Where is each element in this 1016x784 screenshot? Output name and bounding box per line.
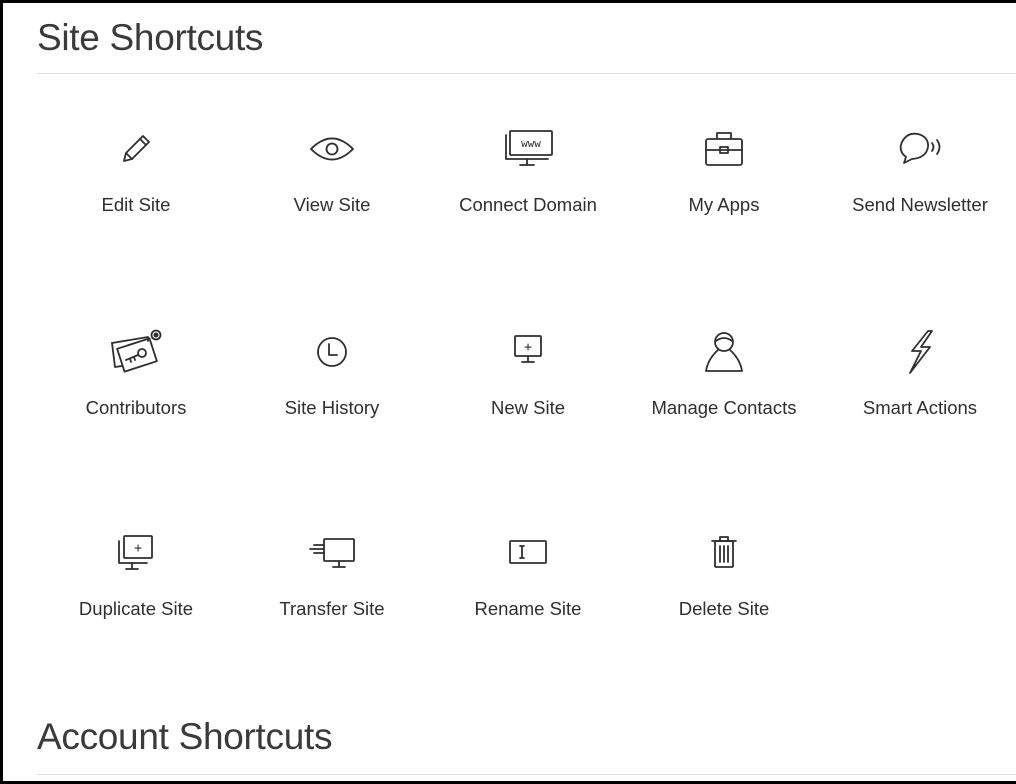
site-shortcuts-divider — [37, 73, 1016, 74]
connect-domain-shortcut[interactable]: www Connect Domain — [438, 127, 618, 277]
manage-contacts-shortcut[interactable]: Manage Contacts — [634, 330, 814, 480]
speech-bubble-icon — [894, 127, 946, 171]
svg-text:www: www — [521, 137, 541, 150]
shortcut-label: New Site — [490, 397, 566, 418]
person-icon — [698, 330, 750, 374]
delete-site-shortcut[interactable]: Delete Site — [634, 531, 814, 681]
site-history-shortcut[interactable]: Site History — [242, 330, 422, 480]
transfer-monitor-icon — [306, 531, 358, 575]
shortcut-label: Manage Contacts — [651, 397, 797, 418]
lightning-icon — [894, 330, 946, 374]
account-shortcuts-heading: Account Shortcuts — [37, 716, 333, 757]
clock-icon — [306, 330, 358, 374]
edit-site-shortcut[interactable]: Edit Site — [46, 127, 226, 277]
shortcut-label: View Site — [293, 194, 371, 215]
shortcut-label: My Apps — [688, 194, 760, 215]
eye-icon — [306, 127, 358, 171]
trash-icon — [698, 531, 750, 575]
account-shortcuts-divider — [37, 774, 1016, 775]
new-site-shortcut[interactable]: + New Site — [438, 330, 618, 480]
shortcut-label: Smart Actions — [862, 397, 978, 418]
shortcut-label: Delete Site — [678, 598, 770, 619]
shortcut-label: Transfer Site — [279, 598, 385, 619]
site-shortcuts-heading: Site Shortcuts — [37, 17, 264, 58]
smart-actions-shortcut[interactable]: Smart Actions — [830, 330, 1010, 480]
contributors-shortcut[interactable]: Contributors — [46, 329, 226, 480]
shortcut-label: Edit Site — [101, 194, 171, 215]
www-monitor-icon: www — [502, 127, 554, 171]
text-cursor-icon — [502, 531, 554, 575]
key-card-icon — [110, 329, 162, 374]
send-newsletter-shortcut[interactable]: Send Newsletter — [830, 127, 1010, 277]
duplicate-monitor-icon: + — [110, 531, 162, 575]
shortcut-label: Site History — [284, 397, 380, 418]
shortcut-label: Connect Domain — [459, 194, 597, 215]
briefcase-icon — [698, 127, 750, 171]
pencil-icon — [110, 127, 162, 171]
my-apps-shortcut[interactable]: My Apps — [634, 127, 814, 277]
duplicate-site-shortcut[interactable]: + Duplicate Site — [46, 531, 226, 681]
rename-site-shortcut[interactable]: Rename Site — [438, 531, 618, 681]
view-site-shortcut[interactable]: View Site — [242, 127, 422, 277]
shortcut-label: Contributors — [85, 397, 187, 418]
shortcut-label: Rename Site — [474, 598, 582, 619]
svg-text:+: + — [134, 541, 142, 556]
shortcut-label: Send Newsletter — [852, 194, 988, 215]
transfer-site-shortcut[interactable]: Transfer Site — [242, 531, 422, 681]
shortcuts-panel: Site Shortcuts Edit Site View Site www C… — [0, 0, 1016, 784]
shortcut-label: Duplicate Site — [78, 598, 194, 619]
monitor-plus-icon: + — [502, 330, 554, 374]
svg-text:+: + — [524, 340, 532, 355]
